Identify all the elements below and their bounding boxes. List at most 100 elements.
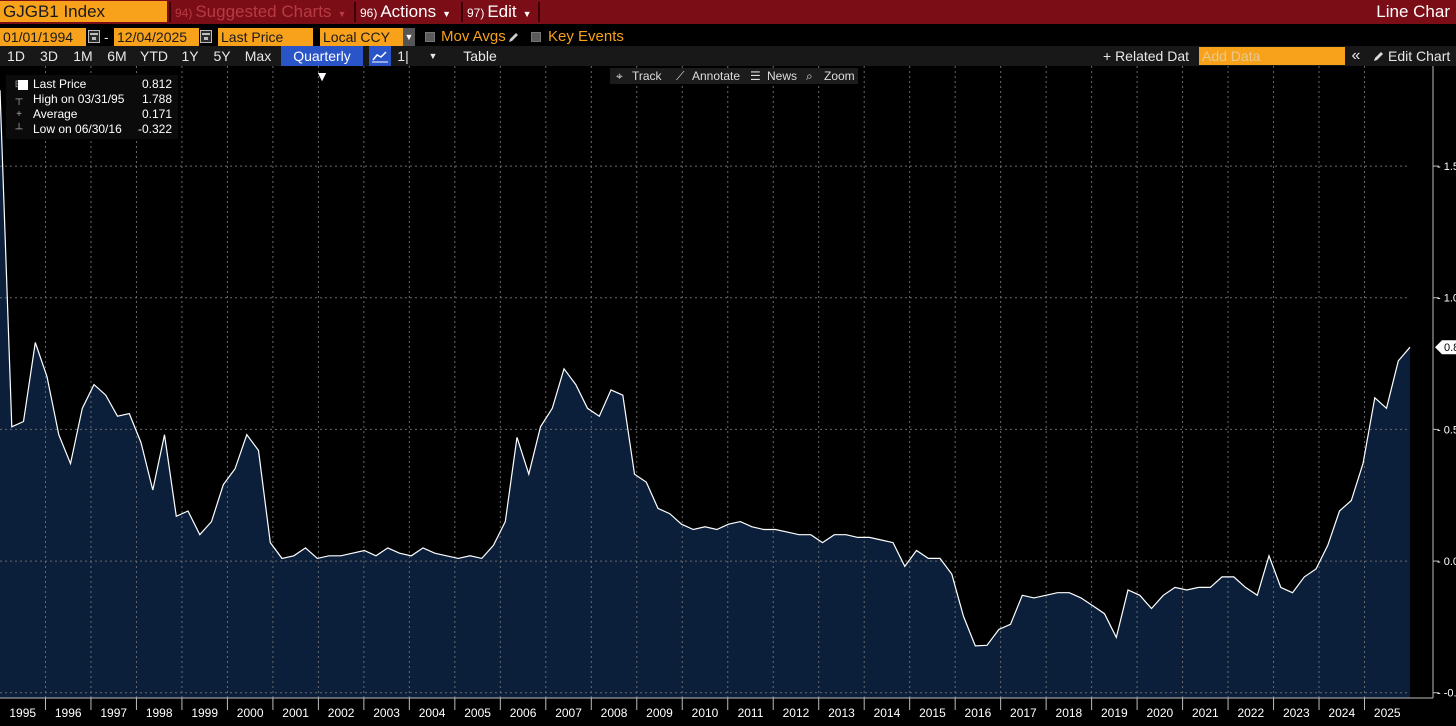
x-tick-label: 2010 <box>692 706 719 720</box>
menu-label: Suggested Charts <box>195 2 332 21</box>
x-tick-label: 2023 <box>1283 706 1310 720</box>
last-value-label: 0.8 <box>1444 342 1456 354</box>
bar-chart-icon[interactable]: 1| <box>394 46 412 66</box>
price-chart[interactable]: - 1.5 - 1.0 - 0.5 - 0.0 - -0. 0.8 1995 1996 1997… <box>0 66 1456 726</box>
suggested-charts-menu[interactable]: 94) Suggested Charts ▼ <box>175 0 346 24</box>
title-bar: GJGB1 Index 94) Suggested Charts ▼ 96) Acti… <box>0 0 1456 24</box>
x-tick-label: 2025 <box>1374 706 1401 720</box>
menu-separator <box>538 2 540 22</box>
x-tick-label: 2003 <box>373 706 400 720</box>
range-1y-button[interactable]: 1Y <box>178 46 202 66</box>
zoom-icon[interactable]: ⌕ <box>806 68 813 84</box>
x-tick-label: 2017 <box>1010 706 1037 720</box>
caret-down-icon: ▼ <box>337 9 347 19</box>
table-button[interactable]: Table <box>455 46 505 66</box>
range-1m-button[interactable]: 1M <box>70 46 96 66</box>
caret-down-icon: ▼ <box>442 9 452 19</box>
edit-chart-button[interactable]: Edit Chart <box>1388 46 1454 66</box>
edit-menu[interactable]: 97) Edit ▼ <box>467 0 532 24</box>
calendar-icon[interactable] <box>88 30 100 43</box>
chart-type-dropdown-icon[interactable]: ▼ <box>426 46 440 66</box>
add-data-input[interactable]: Add Data <box>1199 47 1345 65</box>
x-tick-label: 1998 <box>146 706 173 720</box>
x-tick-label: 2009 <box>646 706 673 720</box>
zoom-tool[interactable]: Zoom <box>824 68 855 84</box>
calendar-icon[interactable] <box>200 30 212 43</box>
y-tick-label: - 1.5 <box>1437 161 1456 173</box>
legend-row-high: ┬ High on 03/31/95 1.788 <box>6 92 178 107</box>
y-tick-label: - 1.0 <box>1437 293 1456 305</box>
frequency-dropdown[interactable]: Quarterly ▼ <box>281 46 363 84</box>
x-tick-label: 2021 <box>1192 706 1219 720</box>
x-tick-label: 2006 <box>510 706 537 720</box>
range-1d-button[interactable]: 1D <box>4 46 28 66</box>
actions-menu[interactable]: 96) Actions ▼ <box>360 0 451 24</box>
pencil-icon <box>1374 52 1383 61</box>
x-tick-label: 2008 <box>601 706 628 720</box>
legend-label: Last Price <box>33 77 87 91</box>
x-tick-label: 2015 <box>919 706 946 720</box>
chart-tools: ⌖ Track ⟋ Annotate ☰ News ⌕ Zoom <box>610 68 858 84</box>
x-tick-label: 2012 <box>783 706 810 720</box>
crosshair-icon[interactable]: ⌖ <box>616 68 623 84</box>
range-ytd-button[interactable]: YTD <box>138 46 170 66</box>
range-toolbar: 1D 3D 1M 6M YTD 1Y 5Y Max Quarterly ▼ 1|… <box>0 46 1456 84</box>
menu-separator <box>354 2 356 22</box>
average-marker-icon: + <box>16 109 22 120</box>
x-tick-label: 2011 <box>738 706 764 720</box>
ticker-field[interactable]: GJGB1 Index <box>0 1 167 22</box>
currency-dropdown-icon[interactable]: ▼ <box>403 28 415 46</box>
high-marker-icon: ┬ <box>15 94 23 105</box>
menu-number: 96) <box>360 6 378 20</box>
menu-number: 94) <box>175 6 193 20</box>
x-tick-label: 1999 <box>191 706 218 720</box>
x-tick-label: 1997 <box>100 706 127 720</box>
legend-row-average: + Average 0.171 <box>6 107 178 122</box>
range-5y-button[interactable]: 5Y <box>210 46 234 66</box>
news-icon[interactable]: ☰ <box>750 68 761 84</box>
key-events-checkbox[interactable] <box>531 32 541 42</box>
low-marker-icon: ┴ <box>15 124 23 135</box>
legend-value: 0.812 <box>141 77 172 91</box>
line-chart-icon[interactable] <box>369 46 391 66</box>
field-selector[interactable]: Last Price <box>218 28 313 46</box>
menu-label: Actions <box>380 2 437 21</box>
y-tick-label: - 0.0 <box>1437 556 1456 568</box>
range-6m-button[interactable]: 6M <box>104 46 130 66</box>
currency-selector[interactable]: Local CCY <box>320 28 403 46</box>
legend-label: High on 03/31/95 <box>33 92 125 106</box>
range-3d-button[interactable]: 3D <box>36 46 62 66</box>
series-swatch <box>18 80 28 90</box>
x-tick-label: 1996 <box>55 706 82 720</box>
annotate-tool[interactable]: Annotate <box>692 68 740 84</box>
annotate-icon[interactable]: ⟋ <box>676 68 684 84</box>
controls-row: 01/01/1994 - 12/04/2025 Last Price Local… <box>0 27 1456 47</box>
related-data-button[interactable]: + Related Dat <box>1103 46 1193 66</box>
mov-avgs-label[interactable]: Mov Avgs <box>441 27 506 47</box>
x-tick-label: 2022 <box>1237 706 1264 720</box>
menu-separator <box>169 2 171 22</box>
legend-label: Low on 06/30/16 <box>33 122 122 136</box>
pencil-icon[interactable] <box>508 31 520 43</box>
x-tick-label: 2000 <box>237 706 264 720</box>
y-tick-label: - 0.5 <box>1437 424 1456 436</box>
x-tick-label: 2004 <box>419 706 446 720</box>
x-tick-label: 2019 <box>1101 706 1128 720</box>
range-max-button[interactable]: Max <box>242 46 274 66</box>
key-events-label[interactable]: Key Events <box>548 27 624 47</box>
chart-canvas[interactable]: - 1.5 - 1.0 - 0.5 - 0.0 - -0. 0.8 1995 1996 1997… <box>0 66 1456 726</box>
track-tool[interactable]: Track <box>632 68 662 84</box>
y-tick-label: - -0. <box>1437 688 1456 700</box>
area-fill <box>0 90 1410 698</box>
legend-row-last: ⊟ Last Price 0.812 <box>6 77 178 92</box>
collapse-icon[interactable]: « <box>1349 46 1363 66</box>
mov-avgs-checkbox[interactable] <box>425 32 435 42</box>
x-tick-label: 2024 <box>1328 706 1355 720</box>
x-tick-label: 2005 <box>464 706 491 720</box>
x-tick-label: 1995 <box>9 706 36 720</box>
chart-legend: ⊟ Last Price 0.812 ┬ High on 03/31/95 1.… <box>6 75 178 139</box>
end-date-field[interactable]: 12/04/2025 <box>114 28 199 46</box>
x-tick-label: 2014 <box>874 706 901 720</box>
start-date-field[interactable]: 01/01/1994 <box>0 28 86 46</box>
news-tool[interactable]: News <box>767 68 797 84</box>
